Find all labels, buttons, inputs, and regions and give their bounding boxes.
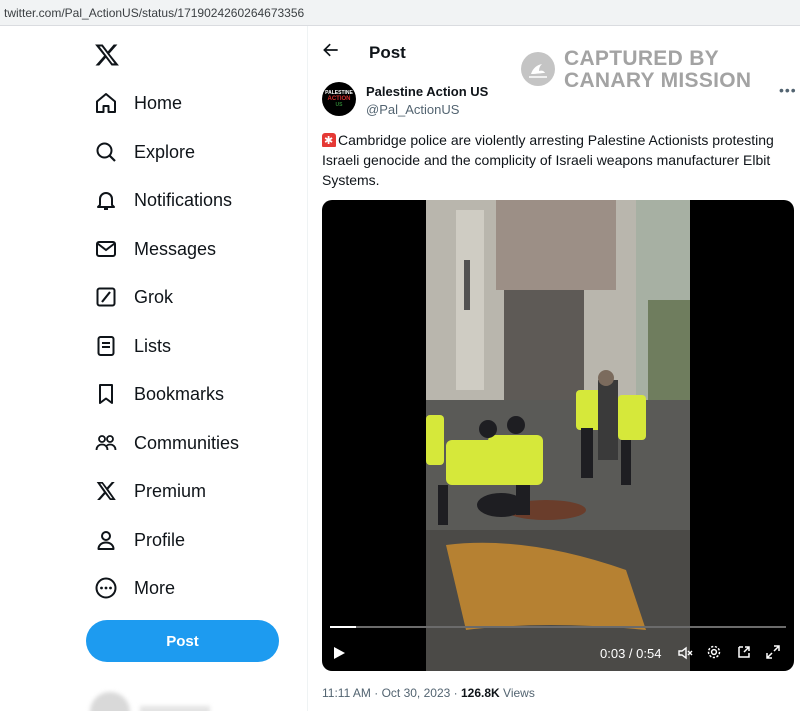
- nav-explore[interactable]: Explore: [94, 136, 195, 168]
- nav-messages[interactable]: Messages: [94, 233, 216, 265]
- tweet-timestamp[interactable]: 11:11 AM · Oct 30, 2023: [322, 686, 450, 700]
- nav-label: Profile: [134, 529, 186, 550]
- back-arrow-icon[interactable]: [321, 40, 341, 60]
- envelope-icon: [96, 241, 116, 257]
- account-avatar[interactable]: [90, 692, 130, 711]
- home-icon: [96, 93, 116, 113]
- play-icon[interactable]: [332, 646, 346, 660]
- more-options-icon[interactable]: •••: [779, 82, 797, 98]
- x-logo-icon[interactable]: [94, 42, 120, 68]
- views-label: Views: [503, 686, 535, 700]
- nav-label: Communities: [134, 432, 240, 453]
- nav-bookmarks[interactable]: Bookmarks: [94, 378, 224, 410]
- list-icon: [97, 336, 115, 356]
- settings-gear-icon[interactable]: [706, 644, 722, 660]
- nav-label: Home: [134, 92, 183, 113]
- watermark-line-2: CANARY MISSION: [564, 69, 752, 92]
- nav-lists[interactable]: Lists: [94, 330, 171, 362]
- nav-label: Grok: [134, 286, 174, 307]
- watermark: CAPTURED BY CANARY MISSION: [521, 46, 761, 94]
- bookmark-icon: [99, 384, 113, 404]
- avatar-line-3: US: [335, 102, 343, 108]
- sidebar: Home Explore Notifications Messages Grok…: [0, 26, 308, 711]
- post-button[interactable]: Post: [86, 620, 279, 662]
- x-logo-icon: [96, 482, 116, 500]
- bell-icon: [97, 192, 115, 210]
- video-progress-fill: [330, 626, 356, 628]
- more-circle-icon: [95, 577, 117, 599]
- people-icon: [95, 435, 117, 451]
- nav-label: Messages: [134, 238, 217, 259]
- video-player[interactable]: 0:03 / 0:54: [322, 200, 794, 671]
- nav-premium[interactable]: Premium: [94, 475, 206, 507]
- picture-in-picture-icon[interactable]: [736, 644, 752, 660]
- video-frame: [426, 200, 690, 671]
- grok-icon: [96, 287, 116, 307]
- video-progress-bar[interactable]: [330, 626, 786, 628]
- nav-more[interactable]: More: [94, 572, 175, 604]
- police-light-icon: [322, 131, 336, 151]
- views-count: 126.8K: [460, 686, 500, 700]
- nav-label: Premium: [134, 480, 207, 501]
- watermark-line-1: CAPTURED BY: [564, 47, 719, 70]
- author-name[interactable]: Palestine Action US: [366, 84, 488, 99]
- video-scene: [426, 200, 690, 671]
- tweet-body: Cambridge police are violently arresting…: [322, 130, 792, 190]
- fullscreen-icon[interactable]: [765, 644, 781, 660]
- main-column: Post CAPTURED BY CANARY MISSION PALESTIN…: [309, 26, 800, 711]
- search-icon: [96, 142, 116, 162]
- watermark-seal: [521, 52, 555, 86]
- person-icon: [97, 531, 115, 550]
- address-bar[interactable]: twitter.com/Pal_ActionUS/status/17190242…: [0, 0, 800, 26]
- nav-profile[interactable]: Profile: [94, 524, 185, 556]
- nav-label: Bookmarks: [134, 383, 225, 404]
- nav-communities[interactable]: Communities: [94, 427, 239, 459]
- video-time: 0:03 / 0:54: [600, 646, 662, 661]
- account-name[interactable]: [140, 706, 210, 711]
- author-handle[interactable]: @Pal_ActionUS: [366, 102, 459, 117]
- tweet-text: Cambridge police are violently arresting…: [322, 132, 774, 188]
- nav-label: More: [134, 577, 176, 598]
- watermark-text: CAPTURED BY CANARY MISSION: [564, 48, 751, 92]
- url-text: twitter.com/Pal_ActionUS/status/17190242…: [4, 6, 305, 20]
- nav-home[interactable]: Home: [94, 87, 182, 119]
- nav-label: Notifications: [134, 189, 233, 210]
- author-avatar[interactable]: PALESTINE ACTION US: [322, 82, 356, 116]
- tweet-meta: 11:11 AM · Oct 30, 2023 · 126.8K Views: [322, 686, 535, 700]
- nav-grok[interactable]: Grok: [94, 281, 173, 313]
- nav-label: Explore: [134, 141, 196, 162]
- mute-icon[interactable]: [677, 645, 693, 661]
- page-title: Post: [369, 43, 406, 62]
- nav-notifications[interactable]: Notifications: [94, 184, 232, 216]
- nav-label: Lists: [134, 335, 172, 356]
